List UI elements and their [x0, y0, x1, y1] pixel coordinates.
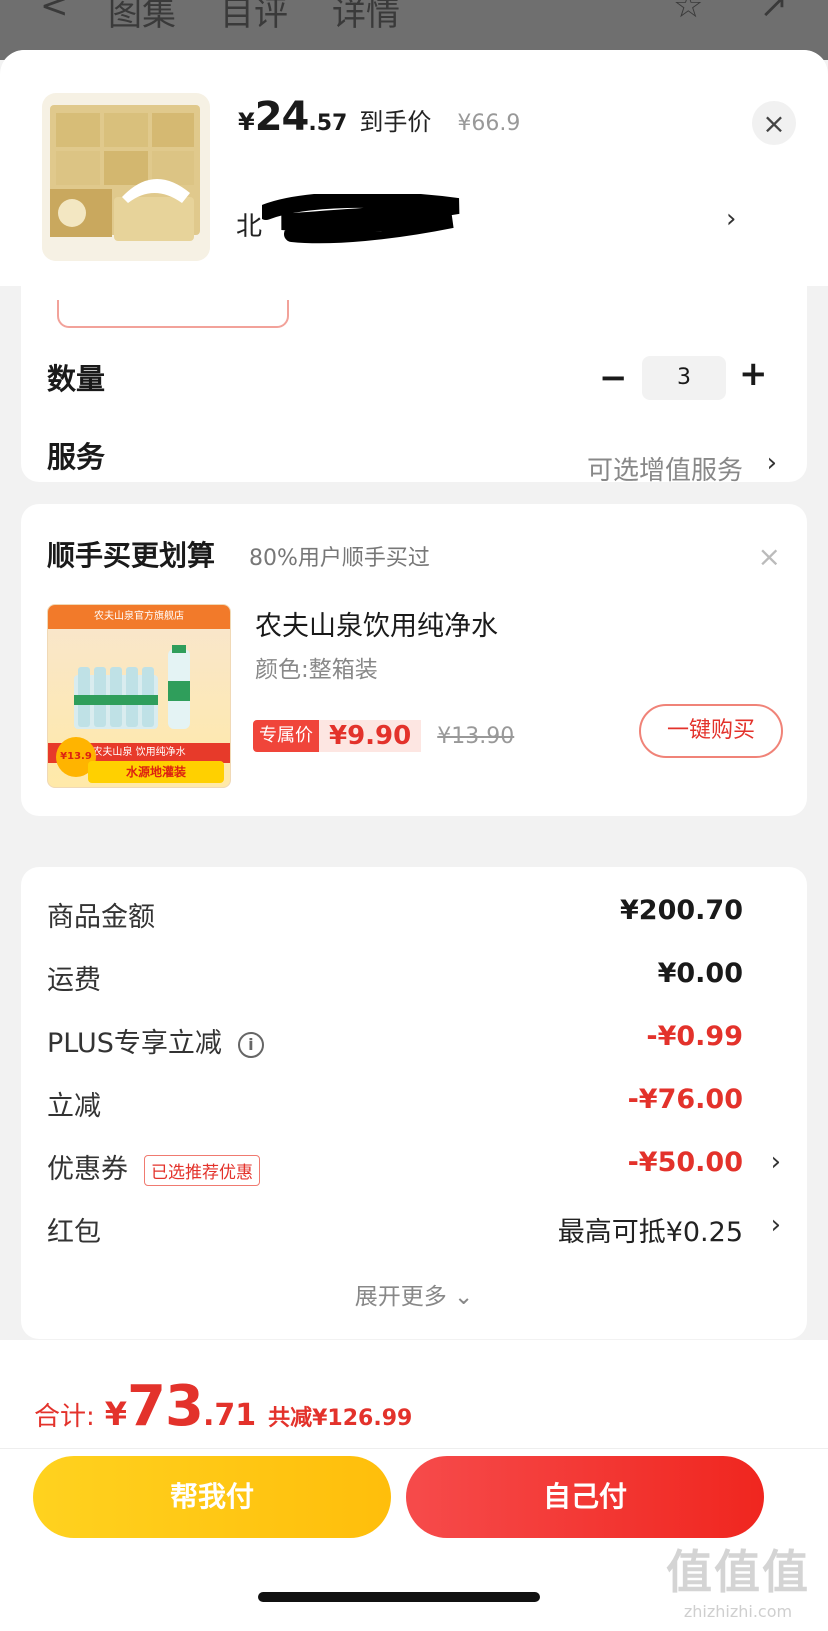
star-icon[interactable]: ☆	[673, 0, 703, 26]
self-pay-button[interactable]: 自己付	[406, 1456, 764, 1538]
price-integer: 24	[254, 94, 310, 140]
share-icon[interactable]: ↗	[760, 0, 789, 26]
product-header: ¥ 24 .57 到手价 ¥66.9 北 › ×	[0, 50, 828, 286]
quantity-minus-button[interactable]: −	[599, 358, 628, 398]
price-row-shipping: 运费 ¥0.00	[47, 958, 781, 998]
red-packet-chevron-icon[interactable]: ›	[771, 1210, 781, 1240]
total-symbol: ¥	[104, 1395, 128, 1433]
service-chevron-icon[interactable]: ›	[767, 448, 777, 478]
tab-details[interactable]: 详情	[332, 0, 400, 35]
price-row-instant: 立减 -¥76.00	[47, 1084, 781, 1124]
upsell-subtitle: 80%用户顺手买过	[249, 546, 430, 571]
coupon-label: 优惠券 已选推荐优惠	[47, 1147, 260, 1186]
exclusive-price-tag: 专属价	[253, 720, 319, 752]
close-icon: ×	[762, 106, 786, 140]
quantity-input[interactable]: 3	[642, 356, 726, 400]
background-icons: ☆ ↗	[673, 0, 788, 26]
coupon-text: 优惠券	[47, 1154, 128, 1185]
original-price: ¥66.9	[457, 111, 521, 136]
price-row-goods: 商品金额 ¥200.70	[47, 895, 781, 935]
instant-discount-value: -¥76.00	[627, 1084, 743, 1115]
total-decimal: .71	[202, 1398, 257, 1433]
address-selector[interactable]: 北	[236, 154, 696, 244]
service-value[interactable]: 可选增值服务	[587, 450, 743, 487]
upsell-card: 顺手买更划算 80%用户顺手买过 × 农夫山泉官方旗舰店 农夫山泉 饮用纯净水 …	[21, 504, 807, 816]
service-label: 服务	[47, 440, 106, 474]
watermark: 值值值 zhizhizhi.com	[666, 1536, 810, 1621]
help-me-pay-button[interactable]: 帮我付	[33, 1456, 391, 1538]
footer-divider	[0, 1448, 828, 1449]
goods-amount-label: 商品金额	[47, 902, 155, 933]
coupon-selected-badge: 已选推荐优惠	[144, 1155, 260, 1186]
upsell-item-spec: 颜色:整箱装	[255, 657, 378, 683]
price-decimal: .57	[308, 111, 348, 136]
tab-reviews[interactable]: 目评	[220, 0, 288, 35]
tab-gallery[interactable]: 图集	[108, 0, 176, 35]
exclusive-price: ¥9.90	[319, 720, 422, 752]
shipping-value: ¥0.00	[657, 958, 743, 989]
watermark-logo: 值值值	[666, 1545, 810, 1599]
shipping-label: 运费	[47, 965, 101, 996]
upsell-original-price: ¥13.90	[437, 723, 515, 749]
product-thumbnail[interactable]	[42, 93, 210, 261]
order-sheet: ¥ 24 .57 到手价 ¥66.9 北 › × 数量 − 3 + 服务 可选增…	[0, 50, 828, 1631]
quantity-plus-button[interactable]: +	[739, 354, 768, 394]
instant-discount-label: 立减	[47, 1091, 101, 1122]
image-footer-tag: 水源地灌装	[88, 761, 224, 783]
red-packet-value: 最高可抵¥0.25	[557, 1217, 743, 1248]
upsell-close-icon[interactable]: ×	[758, 540, 781, 573]
price-row-redpacket[interactable]: 红包 最高可抵¥0.25 ›	[47, 1210, 781, 1250]
image-store-banner: 农夫山泉官方旗舰店	[48, 605, 230, 629]
back-icon[interactable]: <	[40, 0, 69, 26]
quantity-label: 数量	[47, 362, 106, 396]
spec-option-partial[interactable]	[57, 300, 289, 328]
watermark-url: zhizhizhi.com	[683, 1602, 793, 1621]
price-row-coupon[interactable]: 优惠券 已选推荐优惠 -¥50.00 ›	[47, 1147, 781, 1187]
close-button[interactable]: ×	[752, 101, 796, 145]
coupon-chevron-icon[interactable]: ›	[771, 1147, 781, 1177]
plus-discount-value: -¥0.99	[646, 1021, 743, 1052]
checkout-footer: 合计: ¥ 73 .71 共减¥126.99 帮我付 自己付 值值值 zhizh…	[0, 1340, 828, 1631]
coupon-value: -¥50.00	[627, 1147, 743, 1178]
upsell-item-name[interactable]: 农夫山泉饮用纯净水	[255, 604, 498, 643]
red-packet-label: 红包	[47, 1217, 101, 1248]
address-chevron-icon[interactable]: ›	[726, 204, 736, 234]
total-saved: 共减¥126.99	[268, 1406, 413, 1431]
upsell-price: 专属价 ¥9.90 ¥13.90	[253, 718, 514, 754]
redaction-scribble	[262, 194, 460, 244]
one-click-buy-button[interactable]: 一键购买	[639, 704, 783, 758]
info-icon[interactable]: i	[237, 1031, 264, 1058]
water-bottles-illustration	[74, 645, 190, 729]
background-tabs: 图集 目评 详情	[108, 0, 400, 35]
price-breakdown-card: 商品金额 ¥200.70 运费 ¥0.00 PLUS专享立减 i -¥0.99 立…	[21, 867, 807, 1339]
goods-amount-value: ¥200.70	[620, 895, 743, 926]
plus-discount-label: PLUS专享立减 i	[47, 1021, 264, 1060]
upsell-title: 顺手买更划算	[47, 539, 216, 572]
final-price: ¥ 24 .57 到手价 ¥66.9	[238, 94, 520, 140]
price-tag: 到手价	[359, 108, 432, 136]
price-symbol: ¥	[238, 108, 255, 136]
price-row-plus: PLUS专享立减 i -¥0.99	[47, 1021, 781, 1061]
home-indicator[interactable]	[258, 1592, 540, 1602]
total-amount: 合计: ¥ 73 .71 共减¥126.99	[34, 1374, 412, 1439]
total-label: 合计:	[34, 1402, 95, 1432]
expand-more-button[interactable]: 展开更多 ⌄	[21, 1277, 807, 1311]
address-text: 北	[236, 212, 263, 242]
water-product-image[interactable]: 农夫山泉官方旗舰店 农夫山泉 饮用纯净水 ¥13.9 水源地灌装	[47, 604, 231, 788]
total-integer: 73	[127, 1374, 204, 1439]
plus-discount-text: PLUS专享立减	[47, 1028, 222, 1059]
